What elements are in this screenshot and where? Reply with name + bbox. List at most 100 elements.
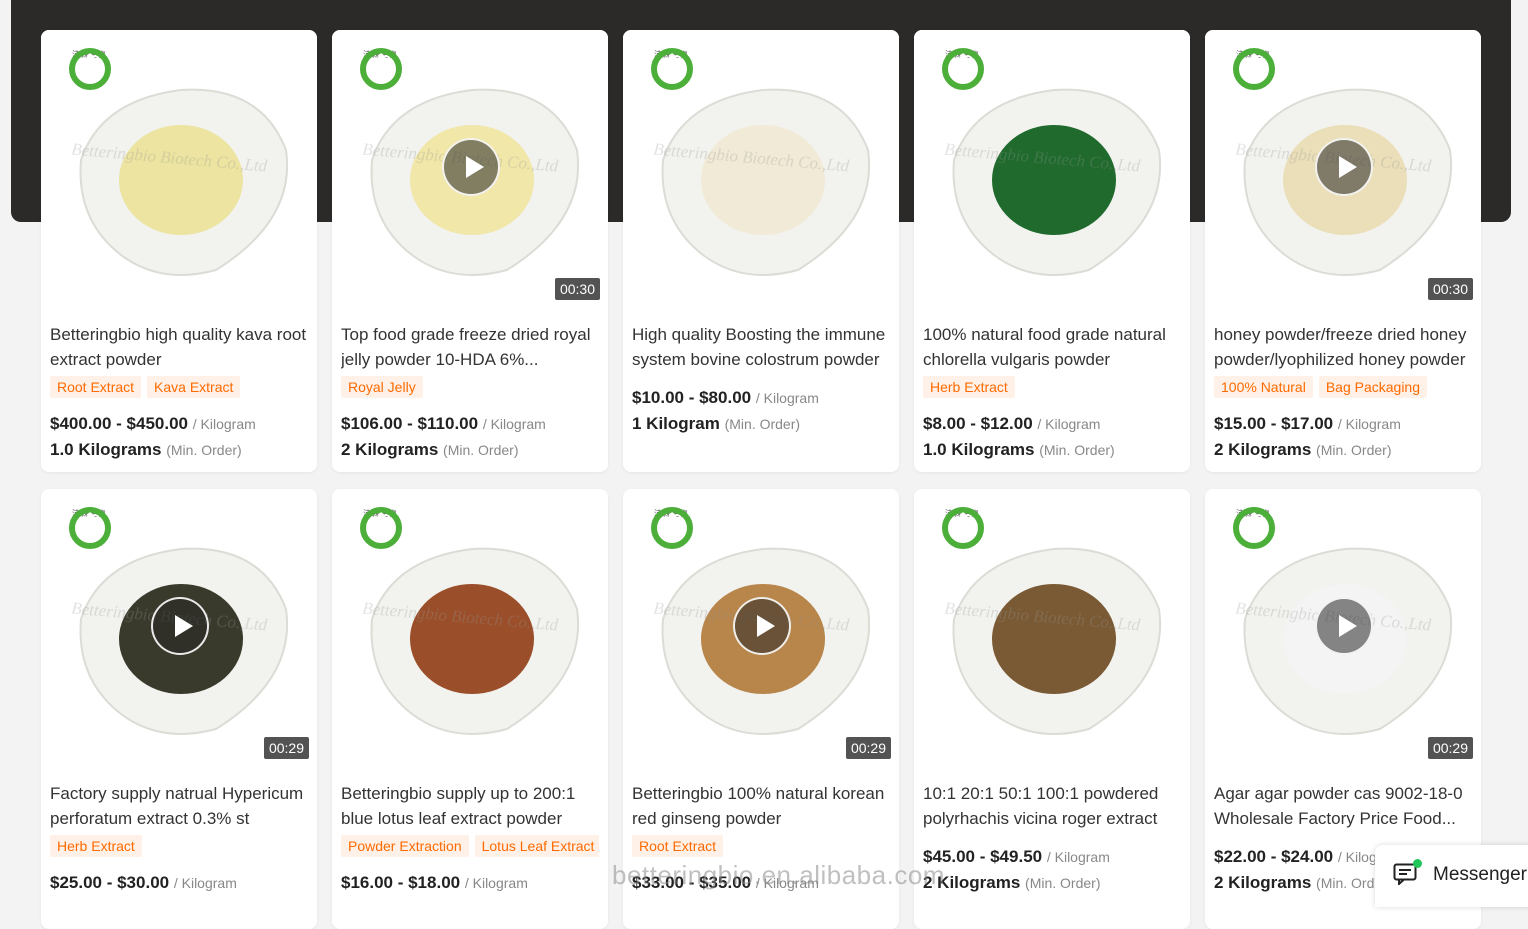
product-tag: Bag Packaging: [1318, 376, 1428, 398]
product-card[interactable]: 沛霖生物Betteringbio Biotech Co.,Ltd00:30 Top…: [332, 30, 608, 472]
product-title[interactable]: 100% natural food grade natural chlorell…: [923, 322, 1181, 372]
brand-logo: 沛霖生物: [360, 48, 408, 110]
product-tag: 100% Natural: [1214, 376, 1313, 398]
brand-logo: 沛霖生物: [1233, 48, 1281, 110]
brand-logo: 沛霖生物: [651, 48, 699, 110]
product-title[interactable]: High quality Boosting the immune system …: [632, 322, 890, 372]
product-title[interactable]: Betteringbio supply up to 200:1 blue lot…: [341, 781, 599, 831]
product-image[interactable]: 沛霖生物Betteringbio Biotech Co.,Ltd: [41, 30, 317, 306]
product-tag: Powder Extraction: [341, 835, 469, 857]
video-duration: 00:29: [1427, 737, 1473, 759]
product-title[interactable]: Top food grade freeze dried royal jelly …: [341, 322, 599, 372]
product-title[interactable]: Betteringbio high quality kava root extr…: [50, 322, 308, 372]
product-tag: Herb Extract: [923, 376, 1015, 398]
product-tag: Kava Extract: [147, 376, 241, 398]
product-price: $15.00 - $17.00 / Kilogram: [1214, 414, 1472, 434]
leaf-logo-icon: [942, 507, 984, 549]
min-order-note: (Min. Order): [1039, 442, 1115, 458]
product-title[interactable]: Factory supply natrual Hypericum perfora…: [50, 781, 308, 831]
online-status-dot: [1413, 859, 1422, 868]
price-unit: / Kilogram: [464, 875, 528, 891]
product-image[interactable]: 沛霖生物Betteringbio Biotech Co.,Ltd: [623, 30, 899, 306]
brand-logo: 沛霖生物: [69, 507, 117, 569]
product-image[interactable]: 沛霖生物Betteringbio Biotech Co.,Ltd00:29: [1205, 489, 1481, 765]
product-tags: Root Extract Kava Extract: [50, 376, 308, 402]
product-card[interactable]: 沛霖生物Betteringbio Biotech Co.,Ltd 10:1 20:…: [914, 489, 1190, 929]
product-title[interactable]: Betteringbio 100% natural korean red gin…: [632, 781, 890, 831]
product-image[interactable]: 沛霖生物Betteringbio Biotech Co.,Ltd: [914, 30, 1190, 306]
min-order-value: 2 Kilograms: [1214, 873, 1312, 892]
product-image[interactable]: 沛霖生物Betteringbio Biotech Co.,Ltd00:29: [623, 489, 899, 765]
product-image[interactable]: 沛霖生物Betteringbio Biotech Co.,Ltd00:29: [41, 489, 317, 765]
product-card[interactable]: 沛霖生物Betteringbio Biotech Co.,Ltd High qua…: [623, 30, 899, 472]
price-range: $22.00 - $24.00: [1214, 847, 1334, 866]
leaf-logo-icon: [69, 507, 111, 549]
brand-logo: 沛霖生物: [360, 507, 408, 569]
price-unit: / Kilogram: [755, 390, 819, 406]
brand-logo: 沛霖生物: [1233, 507, 1281, 569]
price-range: $8.00 - $12.00: [923, 414, 1033, 433]
play-icon[interactable]: [1315, 138, 1373, 196]
product-image[interactable]: 沛霖生物Betteringbio Biotech Co.,Ltd: [914, 489, 1190, 765]
min-order: 2 Kilograms (Min. Order): [923, 873, 1181, 893]
product-tag: Herb Extract: [50, 835, 142, 857]
brand-logo: 沛霖生物: [69, 48, 117, 110]
leaf-logo-icon: [360, 48, 402, 90]
product-title[interactable]: 10:1 20:1 50:1 100:1 powdered polyrhachi…: [923, 781, 1181, 831]
product-tags: Powder Extraction Lotus Leaf Extract: [341, 835, 599, 861]
product-card[interactable]: 沛霖生物Betteringbio Biotech Co.,Ltd Betterin…: [332, 489, 608, 929]
product-title[interactable]: honey powder/freeze dried honey powder/l…: [1214, 322, 1472, 372]
leaf-logo-icon: [651, 48, 693, 90]
video-duration: 00:30: [1427, 278, 1473, 300]
play-icon[interactable]: [733, 597, 791, 655]
brand-logo: 沛霖生物: [942, 48, 990, 110]
min-order-note: (Min. Order): [1316, 442, 1392, 458]
product-tags: Herb Extract: [50, 835, 308, 861]
min-order-value: 2 Kilograms: [1214, 440, 1312, 459]
leaf-logo-icon: [651, 507, 693, 549]
product-title[interactable]: Agar agar powder cas 9002-18-0 Wholesale…: [1214, 781, 1472, 831]
price-unit: / Kilogram: [1046, 849, 1110, 865]
product-price: $8.00 - $12.00 / Kilogram: [923, 414, 1181, 434]
product-image[interactable]: 沛霖生物Betteringbio Biotech Co.,Ltd00:30: [332, 30, 608, 306]
messenger-label: Messenger: [1433, 864, 1527, 885]
play-icon[interactable]: [442, 138, 500, 196]
leaf-logo-icon: [1233, 507, 1275, 549]
video-duration: 00:29: [845, 737, 891, 759]
video-duration: 00:30: [554, 278, 600, 300]
leaf-logo-icon: [69, 48, 111, 90]
price-range: $16.00 - $18.00: [341, 873, 461, 892]
price-unit: / Kilogram: [1337, 416, 1401, 432]
min-order-value: 2 Kilograms: [341, 440, 439, 459]
brand-logo: 沛霖生物: [942, 507, 990, 569]
video-duration: 00:29: [263, 737, 309, 759]
product-card[interactable]: 沛霖生物Betteringbio Biotech Co.,Ltd 100% nat…: [914, 30, 1190, 472]
play-icon[interactable]: [1315, 597, 1373, 655]
price-range: $106.00 - $110.00: [341, 414, 479, 433]
leaf-logo-icon: [942, 48, 984, 90]
price-range: $400.00 - $450.00: [50, 414, 189, 433]
min-order: 2 Kilograms (Min. Order): [341, 440, 599, 460]
product-price: $25.00 - $30.00 / Kilogram: [50, 873, 308, 893]
min-order: 1.0 Kilograms (Min. Order): [50, 440, 308, 460]
product-price: $45.00 - $49.50 / Kilogram: [923, 847, 1181, 867]
store-watermark: betteringbio.en.alibaba.com: [612, 860, 945, 890]
price-unit: / Kilogram: [482, 416, 546, 432]
product-price: $16.00 - $18.00 / Kilogram: [341, 873, 599, 893]
price-unit: / Kilogram: [192, 416, 256, 432]
product-tag: Root Extract: [50, 376, 142, 398]
product-price: $10.00 - $80.00 / Kilogram: [632, 388, 890, 408]
product-image[interactable]: 沛霖生物Betteringbio Biotech Co.,Ltd00:30: [1205, 30, 1481, 306]
min-order-note: (Min. Order): [166, 442, 242, 458]
price-range: $25.00 - $30.00: [50, 873, 170, 892]
product-tags: Root Extract: [632, 835, 890, 861]
product-card[interactable]: 沛霖生物Betteringbio Biotech Co.,Ltd00:29 Fac…: [41, 489, 317, 929]
min-order: 1 Kilogram (Min. Order): [632, 414, 890, 434]
min-order-note: (Min. Order): [443, 442, 519, 458]
messenger-button[interactable]: Messenger: [1375, 845, 1528, 907]
product-image[interactable]: 沛霖生物Betteringbio Biotech Co.,Ltd: [332, 489, 608, 765]
product-price: $106.00 - $110.00 / Kilogram: [341, 414, 599, 434]
product-card[interactable]: 沛霖生物Betteringbio Biotech Co.,Ltd00:30 hon…: [1205, 30, 1481, 472]
play-icon[interactable]: [151, 597, 209, 655]
product-card[interactable]: 沛霖生物Betteringbio Biotech Co.,Ltd Betterin…: [41, 30, 317, 472]
